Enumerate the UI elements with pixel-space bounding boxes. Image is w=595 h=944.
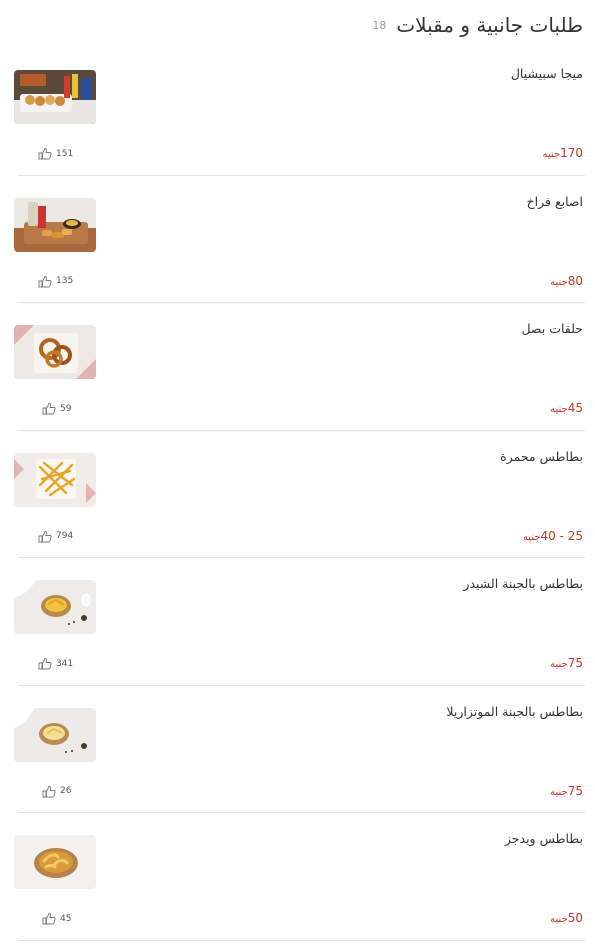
menu-item[interactable]: اصابع فراخ 80جنيه 135	[0, 176, 595, 303]
item-name: ميجا سبيشيال	[510, 66, 583, 81]
category-item-count: 18	[372, 18, 387, 32]
category-header: طلبات جانبية و مقبلات 18	[12, 8, 583, 42]
like-count-value: 151	[56, 148, 74, 159]
menu-item[interactable]: بطاطس محمرة 25 - 40جنيه 794	[0, 431, 595, 558]
like-count[interactable]: 151	[38, 147, 73, 160]
menu-item[interactable]: حلقات بصل 45جنيه 59	[0, 303, 595, 431]
item-name: بطاطس بالجبنة الشيدر	[463, 576, 583, 591]
onion-rings-photo[interactable]	[14, 325, 96, 379]
thumbs-up-icon[interactable]	[38, 275, 52, 288]
like-count[interactable]: 26	[42, 785, 71, 798]
item-price: 45جنيه	[550, 401, 583, 415]
chicken-fingers-photo[interactable]	[14, 197, 96, 252]
item-name: بطاطس ويدجز	[504, 831, 583, 846]
like-count-value: 341	[56, 658, 74, 669]
thumbs-up-icon[interactable]	[42, 785, 56, 798]
like-count-value: 45	[60, 913, 72, 924]
like-count-value: 59	[60, 403, 72, 414]
item-price: 170جنيه	[542, 146, 583, 160]
like-count[interactable]: 135	[38, 275, 73, 288]
like-count-value: 26	[60, 786, 72, 796]
menu-item[interactable]: بطاطس بالجبنة الشيدر 75جنيه 341	[0, 558, 595, 686]
like-count[interactable]: 794	[38, 530, 73, 543]
item-name: بطاطس محمرة	[500, 448, 583, 464]
item-divider	[18, 939, 585, 941]
mega-special-photo[interactable]	[14, 70, 96, 124]
thumbs-up-icon[interactable]	[42, 402, 56, 415]
wedges-photo[interactable]	[14, 835, 96, 889]
like-count-value: 794	[56, 531, 74, 541]
thumbs-up-icon[interactable]	[42, 912, 56, 925]
menu-item[interactable]: بطاطس ويدجز 50جنيه 45	[0, 813, 595, 941]
thumbs-up-icon[interactable]	[38, 657, 52, 670]
like-count[interactable]: 45	[42, 912, 71, 925]
like-count[interactable]: 59	[42, 402, 71, 415]
item-price: 80جنيه	[550, 273, 583, 288]
like-count-value: 135	[56, 276, 74, 286]
cheddar-fries-photo[interactable]	[14, 580, 96, 634]
item-price: 75جنيه	[550, 656, 583, 670]
thumbs-up-icon[interactable]	[38, 530, 52, 543]
like-count[interactable]: 341	[38, 657, 73, 670]
menu-page: طلبات جانبية و مقبلات 18 ميجا سبيشيال 17…	[0, 0, 595, 944]
menu-item-list: ميجا سبيشيال 170جنيه 151 اصابع فراخ 80جن…	[0, 48, 595, 941]
menu-item[interactable]: بطاطس بالجبنة الموتزاريلا 75جنيه 26	[0, 686, 595, 813]
item-name: حلقات بصل	[521, 321, 583, 336]
item-price: 25 - 40جنيه	[522, 528, 583, 543]
mozzarella-fries-photo[interactable]	[14, 707, 96, 762]
thumbs-up-icon[interactable]	[38, 147, 52, 160]
menu-item[interactable]: ميجا سبيشيال 170جنيه 151	[0, 48, 595, 176]
item-price: 75جنيه	[550, 783, 583, 798]
category-title: طلبات جانبية و مقبلات	[396, 13, 583, 37]
item-price: 50جنيه	[550, 911, 583, 925]
french-fries-photo[interactable]	[14, 452, 96, 507]
item-name: بطاطس بالجبنة الموتزاريلا	[446, 703, 583, 719]
item-name: اصابع فراخ	[526, 193, 583, 209]
